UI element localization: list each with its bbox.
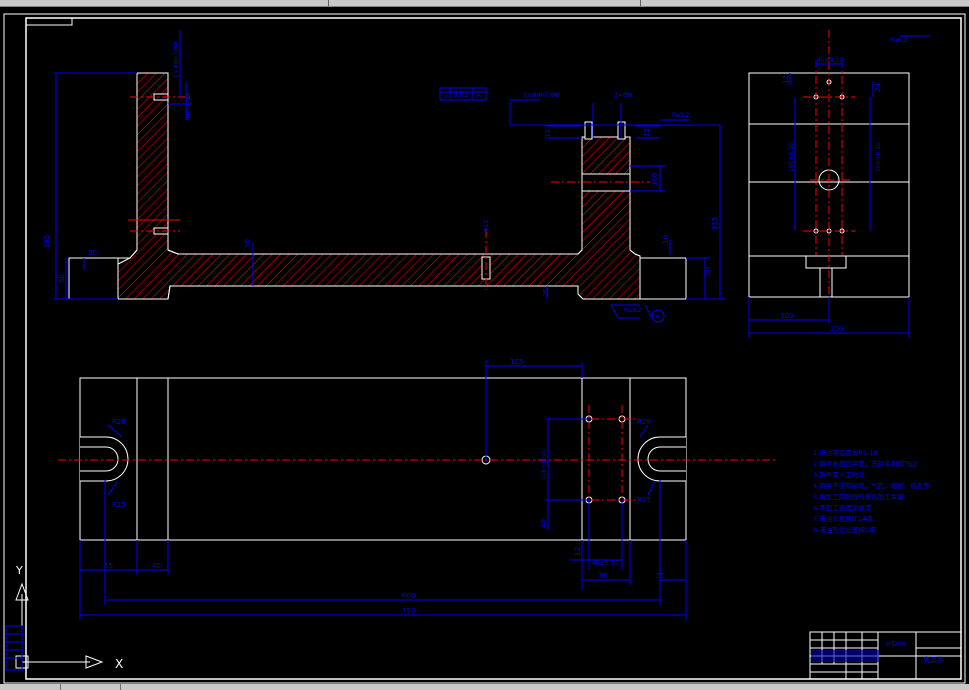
front-dim-100-vertical: 100 <box>651 173 659 186</box>
top-dim-40: 40 <box>540 519 548 528</box>
front-dim-total-height: 315 <box>711 217 719 230</box>
model-tab[interactable] <box>0 684 61 690</box>
layout-tab[interactable] <box>60 684 121 690</box>
front-right-foot <box>639 257 687 300</box>
layout-tab-strip[interactable] <box>0 684 969 690</box>
top-dim-12: 12 <box>574 547 582 556</box>
front-dim-top-hole: Φ8H7/Φ8 <box>185 92 192 120</box>
top-toolbar-strip <box>0 0 969 7</box>
toolbar-separator <box>328 0 329 6</box>
front-dim-285: 285 <box>43 235 51 248</box>
front-dim-slot: Φ12 <box>483 219 490 232</box>
note-5: 5.机加工前划线检查各加工余量 <box>813 492 904 501</box>
front-dim-20-left: 20 <box>88 249 97 257</box>
front-left-foot <box>68 257 119 300</box>
top-view-body <box>79 377 687 541</box>
top-dim-r28-left: R28 <box>112 418 126 426</box>
note-6: 6.不加工表面涂底漆 <box>813 503 872 512</box>
side-dim-160b: 160±0.10 <box>875 142 882 172</box>
front-view-section-body <box>117 72 641 300</box>
tolerance-value: 0.02 <box>453 91 469 99</box>
top-dim-75: 75 <box>655 572 664 580</box>
front-dim-bolt: 2×Φ8H7/Φ8 <box>523 92 559 99</box>
front-dim-50-left: 50 <box>58 274 66 283</box>
front-dim-2x-phi8: 2×Φ8 <box>614 92 632 99</box>
front-dim-top-stack: 2×Φ8H7/Φ8 <box>173 42 180 78</box>
front-dim-50-right: 50 <box>704 267 712 276</box>
top-dim-80: 80 <box>599 572 608 580</box>
top-dim-65: 65 <box>104 562 113 570</box>
tolerance-symbol: // <box>444 91 449 99</box>
top-dim-40-small: 40 <box>152 562 161 570</box>
toolbar-separator <box>640 0 641 6</box>
front-dim-12b: 12 <box>643 128 651 137</box>
layer-tabs-stack <box>5 625 23 671</box>
top-dim-600: 600 <box>402 592 415 600</box>
side-dim-12: 12 <box>782 75 790 84</box>
side-roughness-corner: Ra6.3 <box>890 37 907 44</box>
cad-drawing-canvas[interactable]: 285 50 20 2×Φ8H7/Φ8 Φ8H7/Φ8 // 0.02 A 2×… <box>0 7 969 684</box>
side-dim-160a: 160±0.10 <box>788 142 795 172</box>
side-dim-200: 200 <box>830 325 843 333</box>
technical-notes: 1.未注铸造圆角R5-10 2.铸件表面应平整，去除毛刺和飞边 3.铸件需人工时… <box>813 448 930 534</box>
top-right-u-slot <box>637 436 686 482</box>
top-view: 115 R28 R15 R28 R15 100±0.10 40 40±0.10 … <box>58 358 776 620</box>
front-dim-10: 10 <box>662 235 670 244</box>
top-dim-r15-right: R15 <box>637 496 651 504</box>
front-dim-25: 25 <box>542 288 550 297</box>
front-roughness-bottom: Ra3.2 <box>624 307 641 314</box>
top-dim-r28-right: R28 <box>637 418 651 426</box>
top-dim-100-vertical: 100±0.10 <box>541 450 548 480</box>
ucs-x-label: X <box>115 657 123 671</box>
top-dim-750: 750 <box>402 607 415 615</box>
top-dim-r15-left: R15 <box>112 501 126 509</box>
note-2: 2.铸件表面应平整，去除毛刺和飞边 <box>813 459 917 468</box>
top-dim-115: 115 <box>510 358 523 366</box>
note-3: 3.铸件需人工时效 <box>813 470 865 479</box>
front-view: 285 50 20 2×Φ8H7/Φ8 Φ8H7/Φ8 // 0.02 A 2×… <box>43 30 725 323</box>
ucs-icon <box>15 582 104 669</box>
note-1: 1.未注铸造圆角R5-10 <box>813 448 877 457</box>
front-dim-30: 30 <box>244 239 252 248</box>
frame-corner-box <box>25 17 73 26</box>
top-left-u-slot <box>80 436 129 482</box>
title-material: HT200 <box>886 641 906 648</box>
side-dim-top: 40±0.10 <box>817 57 843 64</box>
side-dim-100: 100 <box>780 312 793 320</box>
top-dim-40-horizontal: 40±0.10 <box>592 560 618 567</box>
side-view: Ra6.3 40±0.10 12 160±0.10 160±0.10 24 10… <box>748 30 930 338</box>
front-roughness-top: Ra3.2 <box>672 112 689 119</box>
note-7: 7.未注公差按IT14级 <box>813 514 873 523</box>
note-4: 4.铸件不得有砂眼，气孔，缩松，缩孔等 <box>813 481 930 490</box>
title-drawing-name: 夹具体 <box>923 655 944 664</box>
tolerance-datum: A <box>476 91 481 99</box>
ucs-y-label: Y <box>15 564 23 577</box>
side-dim-24: 24 <box>874 83 882 92</box>
note-8: 8.未注形位公差按C级 <box>813 525 876 534</box>
front-datum-label: A <box>655 313 660 321</box>
front-dim-12a: 12 <box>544 129 552 138</box>
